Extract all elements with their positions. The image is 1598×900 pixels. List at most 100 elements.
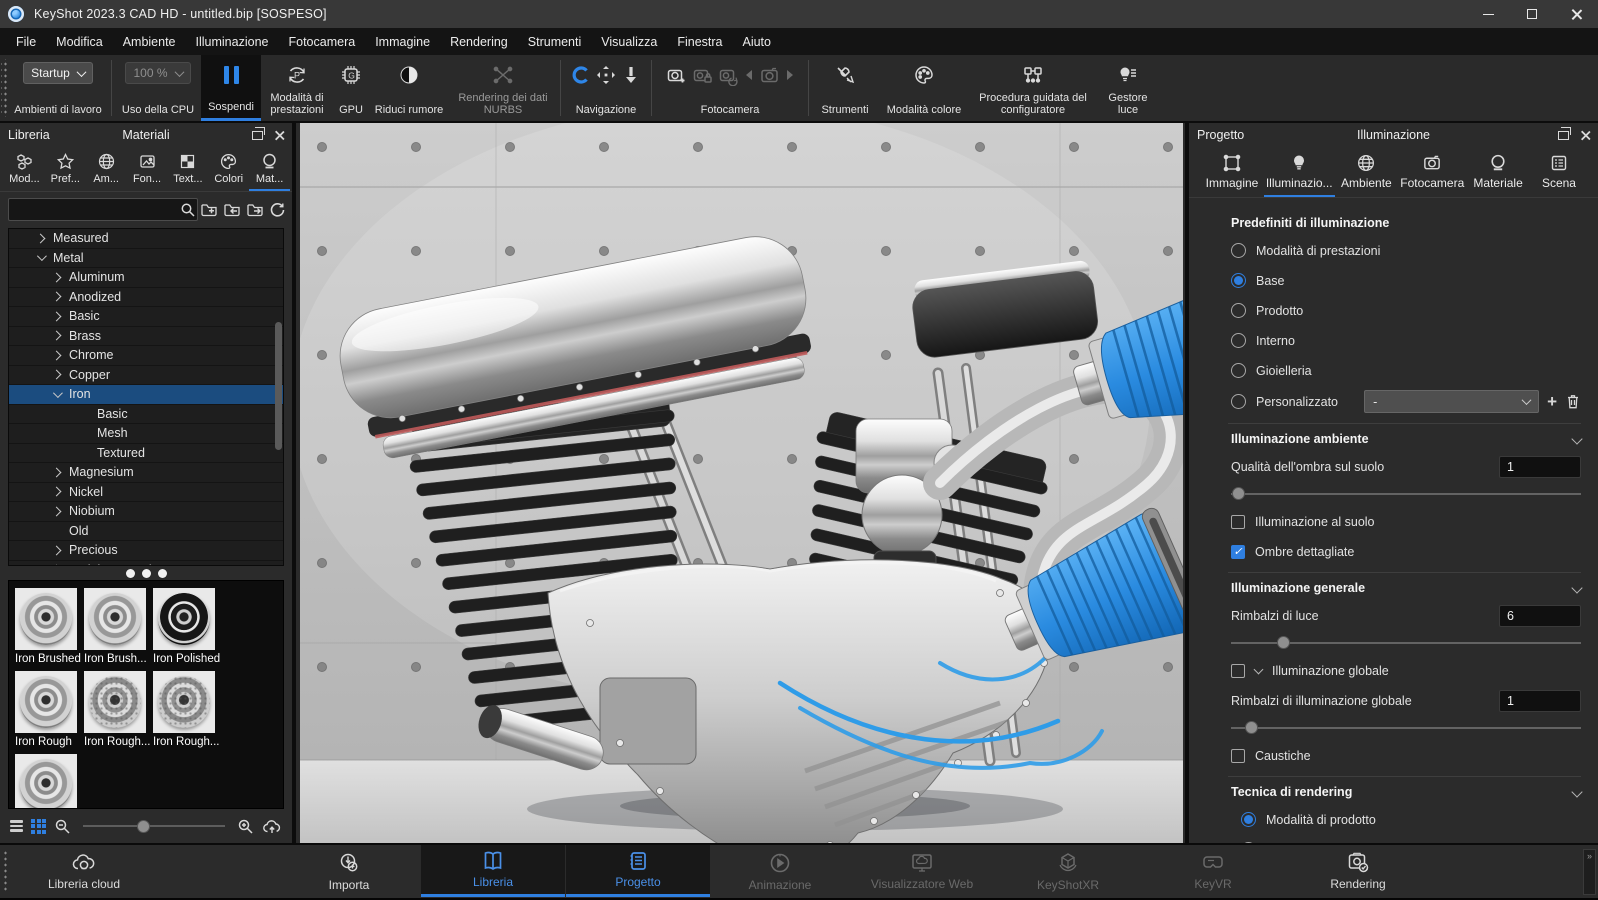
tab-environments[interactable]: Am... bbox=[86, 149, 127, 191]
menu-file[interactable]: File bbox=[6, 35, 46, 49]
preset-interior[interactable]: Interno bbox=[1231, 330, 1581, 351]
ribbon-drag-handle[interactable] bbox=[3, 850, 9, 892]
zoom-out-icon[interactable] bbox=[54, 818, 71, 835]
upload-icon[interactable] bbox=[262, 818, 282, 835]
ground-shadow-quality-input[interactable]: 1 bbox=[1499, 456, 1581, 478]
ground-illumination-checkbox[interactable]: Illuminazione al suolo bbox=[1231, 511, 1581, 532]
global-illumination-checkbox[interactable]: Illuminazione globale bbox=[1231, 660, 1581, 681]
thumbnail-size-slider[interactable] bbox=[83, 825, 225, 827]
float-panel-icon[interactable] bbox=[1558, 131, 1569, 140]
slider-knob[interactable] bbox=[1232, 487, 1245, 500]
project-ribbon-button[interactable]: Progetto bbox=[566, 845, 710, 897]
animation-button[interactable]: Animazione bbox=[708, 845, 852, 897]
ribbon-overflow-button[interactable]: » bbox=[1583, 849, 1596, 895]
denoise-button[interactable]: Riduci rumore bbox=[369, 55, 449, 121]
tree-item-brass[interactable]: Brass bbox=[9, 327, 283, 347]
tree-item-stainless-steel[interactable]: Stainless Steel bbox=[9, 561, 283, 567]
light-bounces-input[interactable]: 6 bbox=[1499, 605, 1581, 627]
tree-scrollbar[interactable] bbox=[275, 322, 282, 450]
dolly-icon[interactable] bbox=[621, 65, 641, 85]
tree-item-precious[interactable]: Precious bbox=[9, 541, 283, 561]
tab-colors[interactable]: Colori bbox=[208, 149, 249, 191]
toolbar-drag-handle[interactable] bbox=[1, 59, 7, 117]
material-item[interactable]: Iron Rough... bbox=[153, 671, 222, 754]
tree-item-metal[interactable]: Metal bbox=[9, 249, 283, 269]
tree-item-iron-basic[interactable]: Basic bbox=[9, 405, 283, 425]
tree-item-copper[interactable]: Copper bbox=[9, 366, 283, 386]
preset-performance-mode[interactable]: Modalità di prestazioni bbox=[1231, 240, 1581, 261]
refresh-icon[interactable] bbox=[269, 201, 286, 218]
gi-bounces-slider[interactable] bbox=[1231, 721, 1581, 735]
tree-item-niobium[interactable]: Niobium bbox=[9, 502, 283, 522]
tree-item-nickel[interactable]: Nickel bbox=[9, 483, 283, 503]
tab-lighting[interactable]: Illuminazio... bbox=[1264, 149, 1335, 197]
list-view-icon[interactable] bbox=[10, 820, 23, 832]
material-item[interactable]: Iron Rough bbox=[15, 671, 84, 754]
add-folder-icon[interactable] bbox=[200, 201, 219, 218]
preset-product[interactable]: Prodotto bbox=[1231, 300, 1581, 321]
keyshotxr-button[interactable]: KeyShotXR bbox=[996, 845, 1140, 897]
library-search-input[interactable] bbox=[8, 198, 198, 221]
keyvr-button[interactable]: KeyVR bbox=[1141, 845, 1285, 897]
orbit-icon[interactable] bbox=[571, 65, 591, 85]
gi-bounces-input[interactable]: 1 bbox=[1499, 690, 1581, 712]
tab-material[interactable]: Materiale bbox=[1469, 149, 1527, 197]
preset-jewelry[interactable]: Gioielleria bbox=[1231, 360, 1581, 381]
camera-icon[interactable] bbox=[759, 65, 780, 86]
menu-modifica[interactable]: Modifica bbox=[46, 35, 113, 49]
prev-camera-icon[interactable] bbox=[744, 65, 754, 85]
tab-textures[interactable]: Text... bbox=[167, 149, 208, 191]
cloud-library-button[interactable]: Libreria cloud bbox=[12, 845, 156, 897]
technique-product-mode[interactable]: Modalità di prodotto bbox=[1241, 809, 1581, 830]
menu-rendering[interactable]: Rendering bbox=[440, 35, 518, 49]
material-item[interactable]: Iron Brushed bbox=[15, 588, 84, 671]
close-button[interactable] bbox=[1554, 0, 1598, 28]
tab-image[interactable]: Immagine bbox=[1203, 149, 1261, 197]
nurbs-rendering-button[interactable]: Rendering dei dati NURBS bbox=[449, 55, 557, 121]
menu-illuminazione[interactable]: Illuminazione bbox=[186, 35, 279, 49]
menu-fotocamera[interactable]: Fotocamera bbox=[278, 35, 365, 49]
tab-environment[interactable]: Ambiente bbox=[1337, 149, 1395, 197]
preset-base[interactable]: Base bbox=[1231, 270, 1581, 291]
material-item[interactable]: Iron Polished bbox=[153, 588, 222, 671]
slider-knob[interactable] bbox=[137, 820, 150, 833]
color-mode-button[interactable]: Modalità colore bbox=[878, 55, 970, 121]
maximize-button[interactable] bbox=[1510, 0, 1554, 28]
caustics-checkbox[interactable]: Caustiche bbox=[1231, 745, 1581, 766]
detailed-shadows-checkbox[interactable]: ✓Ombre dettagliate bbox=[1231, 541, 1581, 562]
light-bounces-slider[interactable] bbox=[1231, 636, 1581, 650]
configurator-wizard-button[interactable]: Procedura guidata del configuratore bbox=[970, 55, 1096, 121]
menu-immagine[interactable]: Immagine bbox=[365, 35, 440, 49]
material-item[interactable]: Iron Brush... bbox=[84, 588, 153, 671]
workspace-dropdown[interactable]: Startup bbox=[23, 62, 93, 84]
slider-knob[interactable] bbox=[1245, 721, 1258, 734]
add-camera-icon[interactable] bbox=[666, 65, 687, 86]
close-panel-icon[interactable] bbox=[1580, 130, 1590, 140]
chevron-down-icon[interactable] bbox=[1254, 665, 1264, 675]
tree-item-chrome[interactable]: Chrome bbox=[9, 346, 283, 366]
library-ribbon-button[interactable]: Libreria bbox=[421, 845, 565, 897]
tree-item-magnesium[interactable]: Magnesium bbox=[9, 463, 283, 483]
preset-custom[interactable]: Personalizzato - + bbox=[1231, 390, 1581, 413]
cpu-usage-dropdown[interactable]: 100 % bbox=[125, 62, 190, 84]
minimize-button[interactable] bbox=[1466, 0, 1510, 28]
trash-icon[interactable] bbox=[1565, 393, 1581, 410]
pause-button[interactable]: Sospendi bbox=[201, 55, 261, 121]
tree-item-basic[interactable]: Basic bbox=[9, 307, 283, 327]
pan-icon[interactable] bbox=[596, 65, 616, 85]
tree-item-iron-textured[interactable]: Textured bbox=[9, 444, 283, 464]
tab-favorites[interactable]: Pref... bbox=[45, 149, 86, 191]
menu-visualizza[interactable]: Visualizza bbox=[591, 35, 667, 49]
tree-item-iron[interactable]: Iron bbox=[9, 385, 283, 405]
light-manager-button[interactable]: Gestore luce bbox=[1096, 55, 1160, 121]
close-panel-icon[interactable] bbox=[274, 130, 284, 140]
web-viewer-button[interactable]: Visualizzatore Web bbox=[850, 845, 994, 897]
menu-ambiente[interactable]: Ambiente bbox=[113, 35, 186, 49]
menu-aiuto[interactable]: Aiuto bbox=[732, 35, 781, 49]
technique-section-title[interactable]: Tecnica di rendering bbox=[1231, 785, 1581, 799]
performance-mode-button[interactable]: P Modalità di prestazioni bbox=[261, 55, 333, 121]
general-section-title[interactable]: Illuminazione generale bbox=[1231, 581, 1581, 595]
gpu-button[interactable]: G GPU bbox=[333, 55, 369, 121]
export-folder-icon[interactable] bbox=[246, 201, 265, 218]
material-item[interactable]: Iron Textured bbox=[15, 754, 84, 809]
